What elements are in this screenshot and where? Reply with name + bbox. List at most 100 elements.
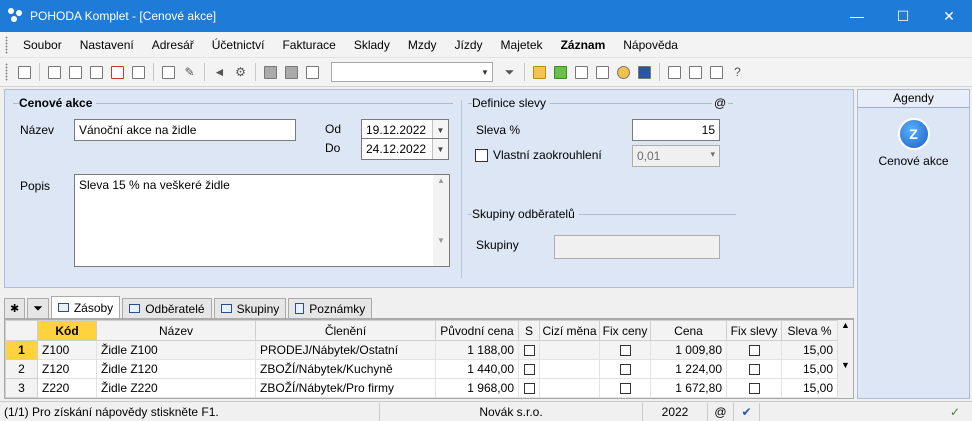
toolbar-grip[interactable] bbox=[5, 63, 8, 81]
fix-slevy-checkbox[interactable] bbox=[748, 364, 760, 376]
vlastni-zaokrouhleni-checkbox[interactable] bbox=[475, 149, 488, 162]
status-bar: (1/1) Pro získání nápovědy stiskněte F1.… bbox=[0, 401, 972, 421]
tab-odberatele[interactable]: Odběratelé bbox=[122, 298, 212, 318]
close-button[interactable]: ✕ bbox=[926, 0, 972, 32]
filter-icon[interactable]: ⏷ bbox=[500, 63, 519, 81]
status-help: (1/1) Pro získání nápovědy stiskněte F1. bbox=[0, 402, 380, 421]
od-label: Od bbox=[325, 122, 342, 136]
document-list-icon[interactable] bbox=[665, 63, 684, 81]
col-s[interactable]: S bbox=[518, 320, 540, 341]
popis-label: Popis bbox=[20, 179, 51, 193]
do-date-field[interactable]: 24.12.2022 ▼ bbox=[361, 138, 449, 160]
agenda-item-cenove-akce[interactable]: Cenové akce bbox=[858, 154, 969, 168]
minimize-button[interactable]: — bbox=[834, 0, 880, 32]
menu-fakturace[interactable]: Fakturace bbox=[273, 38, 344, 52]
payment-icon[interactable] bbox=[551, 63, 570, 81]
fix-ceny-checkbox[interactable] bbox=[619, 345, 631, 357]
status-year: 2022 bbox=[643, 402, 708, 421]
menu-mzdy[interactable]: Mzdy bbox=[399, 38, 446, 52]
menu-zaznam[interactable]: Záznam bbox=[552, 38, 615, 52]
settings-gear-icon[interactable]: ⚙ bbox=[231, 63, 250, 81]
sleva-label: Sleva % bbox=[476, 123, 521, 137]
popis-scrollbar[interactable]: ▲ ▼ bbox=[433, 175, 449, 266]
pdf-icon[interactable] bbox=[108, 63, 127, 81]
status-ok-icon: ✓ bbox=[950, 404, 961, 419]
col-cleneni[interactable]: Členění bbox=[255, 320, 436, 341]
table-row[interactable]: 1 Z100 Židle Z100 PRODEJ/Nábytek/Ostatní… bbox=[5, 340, 838, 360]
menu-nastaveni[interactable]: Nastavení bbox=[71, 38, 143, 52]
do-label: Do bbox=[325, 141, 341, 155]
menu-napoveda[interactable]: Nápověda bbox=[614, 38, 687, 52]
tab-skupiny[interactable]: Skupiny bbox=[213, 298, 287, 318]
items-table: Kód Název Členění Původní cena S Cizí mě… bbox=[5, 320, 838, 398]
back-arrow-icon[interactable]: ◄ bbox=[210, 63, 229, 81]
grid-scrollbar[interactable]: ▲ ▼ bbox=[837, 320, 853, 398]
s-checkbox[interactable] bbox=[523, 364, 535, 376]
new-record-icon[interactable] bbox=[159, 63, 178, 81]
cenove-akce-agenda-icon[interactable]: Z bbox=[897, 118, 930, 150]
fix-ceny-checkbox[interactable] bbox=[619, 383, 631, 395]
col-sleva[interactable]: Sleva % bbox=[781, 320, 838, 341]
col-nazev[interactable]: Název bbox=[96, 320, 256, 341]
s-checkbox[interactable] bbox=[523, 383, 535, 395]
notes-icon[interactable] bbox=[707, 63, 726, 81]
save-icon[interactable] bbox=[261, 63, 280, 81]
print-icon[interactable] bbox=[66, 63, 85, 81]
col-cena[interactable]: Cena bbox=[650, 320, 727, 341]
sleva-field[interactable]: 15 bbox=[632, 119, 720, 141]
maximize-button[interactable]: ☐ bbox=[880, 0, 926, 32]
export-icon[interactable] bbox=[129, 63, 148, 81]
col-fix-slevy[interactable]: Fix slevy bbox=[726, 320, 782, 341]
calendar-icon[interactable] bbox=[572, 63, 591, 81]
col-cizi-mena[interactable]: Cizí měna bbox=[539, 320, 600, 341]
at-symbol: @ bbox=[712, 96, 729, 110]
print-setup-icon[interactable] bbox=[45, 63, 64, 81]
status-at: @ bbox=[708, 402, 734, 421]
note-icon bbox=[295, 303, 305, 314]
help-icon[interactable]: ? bbox=[728, 63, 747, 81]
chevron-down-icon[interactable]: ▼ bbox=[432, 120, 448, 140]
chevron-down-icon[interactable]: ▼ bbox=[432, 139, 448, 159]
items-grid: Kód Název Členění Původní cena S Cizí mě… bbox=[4, 319, 854, 399]
message-icon[interactable] bbox=[686, 63, 705, 81]
coins-icon[interactable] bbox=[614, 63, 633, 81]
row-number-header bbox=[5, 320, 38, 341]
new-row-tab-icon[interactable]: ✱ bbox=[4, 298, 26, 318]
grid-icon bbox=[57, 303, 69, 312]
menu-adresar[interactable]: Adresář bbox=[143, 38, 203, 52]
s-checkbox[interactable] bbox=[523, 345, 535, 357]
edit-record-icon[interactable]: ✎ bbox=[180, 63, 199, 81]
quick-filter-combo[interactable]: ▼ bbox=[331, 62, 493, 82]
tab-zasoby[interactable]: Zásoby bbox=[50, 296, 121, 318]
col-puvodni-cena[interactable]: Původní cena bbox=[435, 320, 519, 341]
menu-ucetnictvi[interactable]: Účetnictví bbox=[203, 38, 274, 52]
fix-slevy-checkbox[interactable] bbox=[748, 383, 760, 395]
menu-sklady[interactable]: Sklady bbox=[345, 38, 399, 52]
agenda-icon[interactable] bbox=[15, 63, 34, 81]
col-kod[interactable]: Kód bbox=[37, 320, 97, 341]
save-copy-icon[interactable] bbox=[282, 63, 301, 81]
fix-ceny-checkbox[interactable] bbox=[619, 364, 631, 376]
nazev-field[interactable]: Vánoční akce na židle bbox=[74, 119, 296, 141]
popis-textarea[interactable]: Sleva 15 % na veškeré židle ▲ ▼ bbox=[74, 174, 450, 267]
iban-icon[interactable] bbox=[635, 63, 654, 81]
definice-slevy-title: Definice slevy bbox=[472, 96, 551, 110]
copy-icon[interactable] bbox=[303, 63, 322, 81]
agendy-header: Agendy bbox=[858, 90, 969, 108]
menu-grip[interactable] bbox=[5, 35, 8, 54]
grid-icon bbox=[129, 304, 141, 313]
menu-majetek[interactable]: Majetek bbox=[492, 38, 552, 52]
table-row[interactable]: 3 Z220 Židle Z220 ZBOŽÍ/Nábytek/Pro firm… bbox=[5, 378, 838, 398]
tab-poznamky[interactable]: Poznámky bbox=[288, 298, 373, 318]
folder-icon[interactable] bbox=[530, 63, 549, 81]
print-preview-icon[interactable] bbox=[87, 63, 106, 81]
vlastni-zaokrouhleni-label: Vlastní zaokrouhlení bbox=[493, 148, 602, 162]
menu-soubor[interactable]: Soubor bbox=[14, 38, 71, 52]
menu-jizdy[interactable]: Jízdy bbox=[446, 38, 492, 52]
col-fix-ceny[interactable]: Fix ceny bbox=[599, 320, 651, 341]
chevron-down-icon[interactable]: ▼ bbox=[478, 63, 492, 81]
calculator-icon[interactable] bbox=[593, 63, 612, 81]
table-row[interactable]: 2 Z120 Židle Z120 ZBOŽÍ/Nábytek/Kuchyně … bbox=[5, 359, 838, 379]
fix-slevy-checkbox[interactable] bbox=[748, 345, 760, 357]
tab-filter-icon[interactable]: ⏷ bbox=[27, 298, 49, 318]
